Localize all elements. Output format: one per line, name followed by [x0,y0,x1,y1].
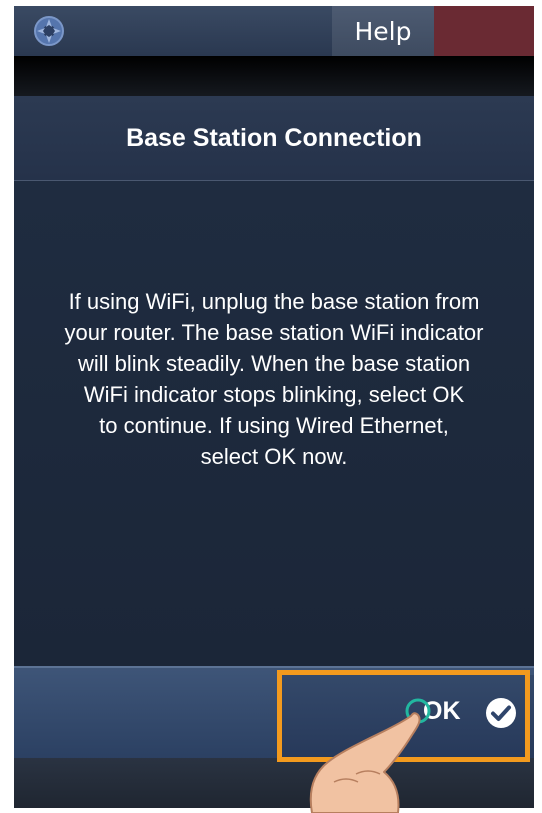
message-line: will blink steadily. When the base stati… [77,351,471,376]
app-logo-icon[interactable] [32,14,66,48]
bottom-strip [14,758,534,808]
help-button[interactable]: Help [332,6,434,56]
dialog-title-bar: Base Station Connection [14,96,534,181]
dialog-title: Base Station Connection [126,123,422,152]
message-line: select OK now. [200,444,348,469]
message-line: your router. The base station WiFi indic… [64,320,484,345]
message-line: WiFi indicator stops blinking, select OK [83,382,465,407]
message-line: to continue. If using Wired Ethernet, [99,413,449,438]
top-bar-right-segment [434,6,534,56]
dialog-message: If using WiFi, unplug the base station f… [14,286,534,472]
help-button-label: Help [354,16,412,46]
divider-strip [14,56,534,96]
dialog-body: If using WiFi, unplug the base station f… [14,181,534,666]
hand-pointer-icon [309,698,431,813]
top-bar: Help [14,6,534,56]
message-line: If using WiFi, unplug the base station f… [68,289,480,314]
